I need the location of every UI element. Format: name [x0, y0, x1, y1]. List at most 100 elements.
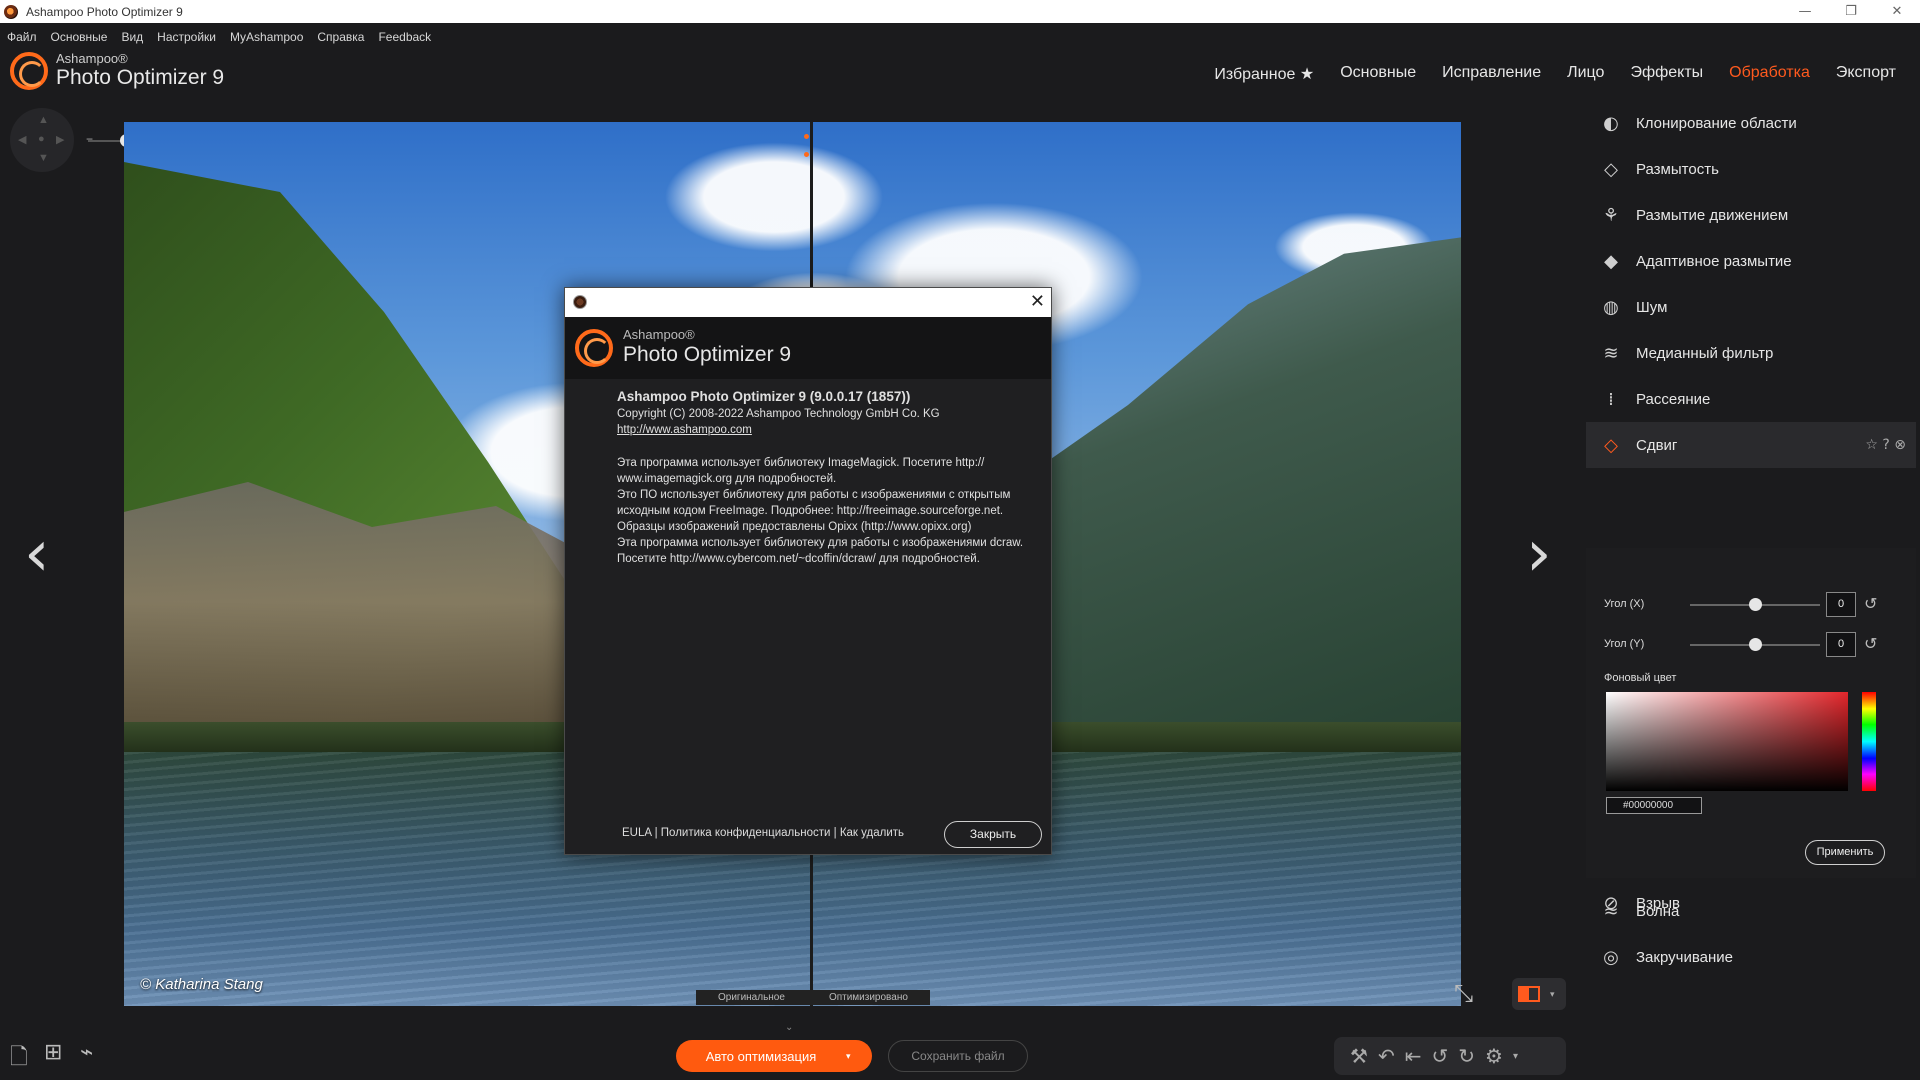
tab-correction[interactable]: Исправление [1442, 64, 1541, 84]
settings-gear-icon[interactable]: ⚙ [1485, 1044, 1503, 1068]
main-tabs: Избранное ★ Основные Исправление Лицо Эф… [1188, 64, 1896, 84]
blur-drop-icon: ◇ [1604, 158, 1618, 180]
auto-optimize-dropdown-icon[interactable]: ▾ [846, 1051, 851, 1062]
view-mode-toggle[interactable]: ▾ [1512, 978, 1566, 1010]
compare-labels: Оригинальное Оптимизировано [696, 990, 930, 1005]
angle-x-slider-knob[interactable] [1749, 598, 1762, 611]
angle-y-reset-icon[interactable]: ↺ [1864, 634, 1877, 653]
credits-text: Эта программа использует библиотеку Imag… [617, 457, 1024, 565]
divider-handle[interactable] [804, 126, 820, 157]
add-folder-icon[interactable]: ⊞ [44, 1040, 62, 1065]
shift-diamond-icon: ◇ [1604, 434, 1618, 456]
copyright-line: Copyright (C) 2008-2022 Ashampoo Technol… [617, 408, 940, 420]
filter-motion-blur[interactable]: ⚘ Размытие движением [1586, 192, 1916, 238]
bg-color-label: Фоновый цвет [1604, 672, 1677, 684]
filter-explosion-spacer [1586, 980, 1916, 1000]
menu-help[interactable]: Справка [317, 30, 364, 44]
window-title: Ashampoo Photo Optimizer 9 [26, 4, 183, 19]
dialog-footer-links[interactable]: EULA | Политика конфиденциальности | Как… [622, 827, 904, 839]
menu-basic[interactable]: Основные [51, 30, 108, 44]
ashampoo-logo-icon [10, 52, 48, 90]
fit-to-window-icon[interactable]: ⤡ [1454, 980, 1473, 1008]
rotate-right-icon[interactable]: ↻ [1458, 1044, 1475, 1068]
tab-export[interactable]: Экспорт [1836, 64, 1896, 84]
pan-left-icon: ◀ [18, 134, 27, 146]
hue-slider[interactable] [1862, 692, 1876, 791]
restore-button[interactable]: ❐ [1828, 0, 1874, 23]
hex-color-input[interactable]: #00000000 [1606, 797, 1702, 814]
add-file-icon[interactable]: 🗋 [10, 1040, 28, 1078]
history-tools: ⚒ ↶ ⇤ ↺ ↻ ⚙ ▾ [1334, 1037, 1566, 1075]
minimize-button[interactable]: — [1782, 0, 1828, 23]
filter-adaptive-blur[interactable]: ◆ Адаптивное размытие [1586, 238, 1916, 284]
apply-button[interactable]: Применить [1805, 840, 1885, 865]
app-logo: Ashampoo® Photo Optimizer 9 [10, 52, 224, 90]
tab-favorites[interactable]: Избранное ★ [1214, 64, 1314, 84]
previous-image-arrow-icon[interactable]: ‹ [24, 522, 50, 586]
adaptive-blur-icon: ◆ [1604, 250, 1618, 272]
angle-y-label: Угол (Y) [1604, 638, 1645, 650]
pan-navigator[interactable]: ▲ ▼ ◀ ▶ ● [10, 108, 74, 172]
filter-scatter[interactable]: ⁞ Рассеяние [1586, 376, 1916, 422]
tab-effects[interactable]: Эффекты [1630, 64, 1703, 84]
zoom-out-icon[interactable]: − [86, 132, 93, 146]
website-link[interactable]: http://www.ashampoo.com [617, 422, 1047, 438]
version-line: Ashampoo Photo Optimizer 9 (9.0.0.17 (18… [617, 389, 911, 404]
menu-myashampoo[interactable]: MyAshampoo [230, 30, 303, 44]
filter-noise[interactable]: ◍ Шум [1586, 284, 1916, 330]
logo-brand: Ashampoo® [56, 51, 128, 66]
tab-basic[interactable]: Основные [1340, 64, 1416, 84]
tab-processing[interactable]: Обработка [1729, 64, 1810, 84]
dialog-app-icon [573, 295, 587, 309]
filter-swirl[interactable]: ◎ Закручивание [1586, 934, 1916, 980]
filter-median[interactable]: ≋ Медианный фильтр [1586, 330, 1916, 376]
angle-y-input[interactable]: 0 [1826, 632, 1856, 657]
menu-file[interactable]: Файл [7, 30, 37, 44]
window-titlebar: Ashampoo Photo Optimizer 9 — ❐ ✕ [0, 0, 1920, 23]
dialog-titlebar: ✕ [565, 288, 1051, 317]
save-file-button[interactable]: Сохранить файл [888, 1040, 1028, 1072]
dialog-product: Photo Optimizer 9 [623, 343, 792, 366]
undo-all-icon[interactable]: ⇤ [1405, 1044, 1422, 1068]
dialog-close-icon[interactable]: ✕ [1030, 291, 1045, 312]
noise-globe-icon: ◍ [1603, 296, 1619, 318]
logo-product: Photo Optimizer 9 [56, 66, 225, 89]
motion-blur-icon: ⚘ [1602, 204, 1620, 226]
next-image-arrow-icon[interactable]: › [1526, 522, 1552, 586]
close-window-button[interactable]: ✕ [1874, 0, 1920, 23]
pan-up-icon: ▲ [38, 114, 49, 126]
dialog-logo-icon [575, 329, 613, 367]
tab-face[interactable]: Лицо [1567, 64, 1604, 84]
label-original: Оригинальное [718, 992, 785, 1003]
undo-icon[interactable]: ↶ [1378, 1044, 1395, 1068]
broom-clear-icon[interactable]: ⌁ [80, 1040, 93, 1065]
angle-x-reset-icon[interactable]: ↺ [1864, 594, 1877, 613]
about-dialog: ✕ Ashampoo® Photo Optimizer 9 Ashampoo P… [564, 287, 1052, 855]
filter-actions-icons[interactable]: ☆ ? ⊗ [1865, 437, 1906, 453]
collapse-chevron-icon[interactable]: ⌄ [785, 1022, 793, 1033]
scatter-icon: ⁞ [1608, 388, 1614, 410]
clone-icon: ◐ [1603, 112, 1619, 134]
rotate-left-icon[interactable]: ↺ [1431, 1044, 1448, 1068]
angle-x-input[interactable]: 0 [1826, 592, 1856, 617]
dialog-header: Ashampoo® Photo Optimizer 9 [565, 317, 1051, 379]
pan-right-icon: ▶ [56, 134, 65, 146]
dialog-body: Ashampoo Photo Optimizer 9 (9.0.0.17 (18… [617, 388, 1047, 567]
menu-feedback[interactable]: Feedback [378, 30, 431, 44]
filter-explosion[interactable]: ⊘ Взрыв [1586, 880, 1916, 926]
median-filter-icon: ≋ [1603, 342, 1619, 364]
menu-settings[interactable]: Настройки [157, 30, 216, 44]
dialog-close-button[interactable]: Закрыть [944, 821, 1042, 848]
filter-blur[interactable]: ◇ Размытость [1586, 146, 1916, 192]
filter-clone-area[interactable]: ◐ Клонирование области [1586, 100, 1916, 146]
photo-credit: © Katharina Stang [140, 976, 263, 993]
filter-shift[interactable]: ◇ Сдвиг ☆ ? ⊗ [1586, 422, 1916, 468]
menu-bar: Файл Основные Вид Настройки MyAshampoo С… [0, 23, 1920, 51]
filters-panel: ◐ Клонирование области ◇ Размытость ⚘ Ра… [1586, 100, 1920, 1000]
color-picker-field[interactable] [1606, 692, 1848, 791]
angle-y-slider-knob[interactable] [1749, 638, 1762, 651]
magic-wand-icon[interactable]: ⚒ [1350, 1044, 1368, 1068]
tools-dropdown-icon[interactable]: ▾ [1513, 1051, 1518, 1062]
auto-optimize-button[interactable]: Авто оптимизация ▾ [676, 1040, 872, 1072]
menu-view[interactable]: Вид [121, 30, 143, 44]
